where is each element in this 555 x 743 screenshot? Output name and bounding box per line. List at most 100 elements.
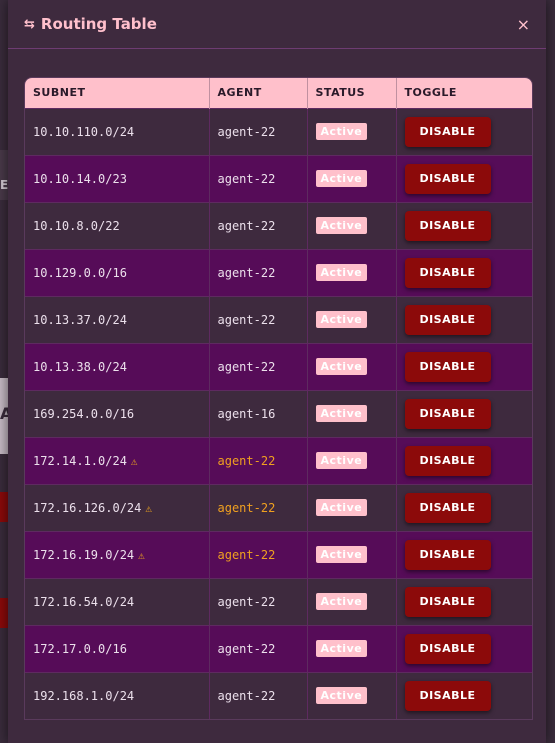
modal-header: ⇆ Routing Table × [8, 0, 546, 49]
status-badge: Active [315, 264, 368, 281]
agent-value: agent-22 [217, 453, 276, 468]
toggle-cell: DISABLE [396, 107, 532, 155]
disable-button[interactable]: DISABLE [404, 680, 491, 711]
subnet-value: 192.168.1.0/24 [33, 688, 135, 703]
agent-value: agent-22 [217, 594, 276, 609]
status-cell: Active [307, 295, 397, 343]
toggle-cell: DISABLE [396, 671, 532, 719]
disable-button[interactable]: DISABLE [404, 304, 491, 335]
subnet-cell: 169.254.0.0/16 [25, 389, 210, 437]
agent-cell: agent-22 [209, 624, 308, 672]
subnet-cell: 172.16.126.0/24 ⚠ [25, 483, 210, 531]
agent-cell: agent-22 [209, 295, 308, 343]
subnet-value: 10.129.0.0/16 [33, 265, 127, 280]
status-cell: Active [307, 624, 397, 672]
agent-cell: agent-16 [209, 389, 308, 437]
status-badge: Active [315, 452, 368, 469]
agent-cell: agent-22 [209, 154, 308, 202]
disable-button[interactable]: DISABLE [404, 633, 491, 664]
subnet-value: 10.10.8.0/22 [33, 218, 120, 233]
agent-cell: agent-22 [209, 577, 308, 625]
status-badge: Active [315, 499, 368, 516]
table-row: 172.14.1.0/24 ⚠ agent-22 Active DISABLE [25, 436, 532, 484]
status-cell: Active [307, 107, 397, 155]
toggle-cell: DISABLE [396, 389, 532, 437]
column-header-toggle: TOGGLE [396, 78, 532, 108]
subnet-cell: 172.14.1.0/24 ⚠ [25, 436, 210, 484]
disable-button[interactable]: DISABLE [404, 116, 491, 147]
subnet-cell: 10.10.8.0/22 [25, 201, 210, 249]
column-header-status: STATUS [307, 78, 397, 108]
warning-icon: ⚠ [130, 454, 138, 468]
subnet-value: 10.13.37.0/24 [33, 312, 127, 327]
toggle-cell: DISABLE [396, 436, 532, 484]
toggle-cell: DISABLE [396, 342, 532, 390]
table-row: 172.17.0.0/16 agent-22 Active DISABLE [25, 624, 532, 672]
agent-value: agent-22 [217, 359, 276, 374]
toggle-cell: DISABLE [396, 624, 532, 672]
agent-value: agent-22 [217, 688, 276, 703]
disable-button[interactable]: DISABLE [404, 398, 491, 429]
agent-cell: agent-22 [209, 436, 308, 484]
status-cell: Active [307, 389, 397, 437]
table-row: 192.168.1.0/24 agent-22 Active DISABLE [25, 671, 532, 719]
subnet-cell: 192.168.1.0/24 [25, 671, 210, 719]
table-row: 10.13.38.0/24 agent-22 Active DISABLE [25, 342, 532, 390]
subnet-value: 172.16.126.0/24 [33, 500, 142, 515]
status-cell: Active [307, 577, 397, 625]
table-row: 172.16.126.0/24 ⚠ agent-22 Active DISABLE [25, 483, 532, 531]
routing-arrows-icon: ⇆ [24, 16, 35, 32]
table-row: 172.16.19.0/24 ⚠ agent-22 Active DISABLE [25, 530, 532, 578]
status-badge: Active [315, 358, 368, 375]
table-row: 10.10.8.0/22 agent-22 Active DISABLE [25, 201, 532, 249]
agent-value: agent-22 [217, 500, 276, 515]
status-badge: Active [315, 123, 368, 140]
status-badge: Active [315, 311, 368, 328]
agent-cell: agent-22 [209, 342, 308, 390]
disable-button[interactable]: DISABLE [404, 539, 491, 570]
disable-button[interactable]: DISABLE [404, 163, 491, 194]
status-badge: Active [315, 217, 368, 234]
toggle-cell: DISABLE [396, 201, 532, 249]
disable-button[interactable]: DISABLE [404, 257, 491, 288]
subnet-cell: 10.13.38.0/24 [25, 342, 210, 390]
subnet-value: 172.16.19.0/24 [33, 547, 135, 562]
agent-value: agent-16 [217, 406, 276, 421]
column-header-subnet: SUBNET [25, 78, 210, 108]
status-cell: Active [307, 530, 397, 578]
disable-button[interactable]: DISABLE [404, 586, 491, 617]
status-cell: Active [307, 483, 397, 531]
routing-table-modal: ⇆ Routing Table × SUBNET AGENT STATUS TO… [8, 0, 546, 743]
agent-value: agent-22 [217, 124, 276, 139]
warning-icon: ⚠ [138, 548, 145, 562]
status-badge: Active [315, 546, 368, 563]
modal-title: ⇆ Routing Table [24, 15, 157, 33]
agent-value: agent-22 [217, 312, 276, 327]
disable-button[interactable]: DISABLE [404, 351, 491, 382]
subnet-cell: 172.16.54.0/24 [25, 577, 210, 625]
agent-cell: agent-22 [209, 483, 308, 531]
subnet-cell: 10.10.110.0/24 [25, 107, 210, 155]
toggle-cell: DISABLE [396, 154, 532, 202]
subnet-value: 169.254.0.0/16 [33, 406, 135, 421]
disable-button[interactable]: DISABLE [404, 492, 491, 523]
background-letter-e: E [0, 178, 9, 192]
routing-table: SUBNET AGENT STATUS TOGGLE 10.10.110.0/2… [24, 77, 533, 720]
toggle-cell: DISABLE [396, 248, 532, 296]
subnet-value: 10.10.14.0/23 [33, 171, 127, 186]
table-row: 10.10.110.0/24 agent-22 Active DISABLE [25, 107, 532, 155]
subnet-value: 172.14.1.0/24 [33, 453, 127, 468]
background-button [0, 598, 8, 628]
status-cell: Active [307, 342, 397, 390]
agent-value: agent-22 [217, 171, 276, 186]
table-row: 172.16.54.0/24 agent-22 Active DISABLE [25, 577, 532, 625]
status-badge: Active [315, 405, 368, 422]
background-panel [0, 150, 8, 200]
disable-button[interactable]: DISABLE [404, 210, 491, 241]
close-button[interactable]: × [517, 15, 530, 34]
table-row: 10.129.0.0/16 agent-22 Active DISABLE [25, 248, 532, 296]
subnet-cell: 172.17.0.0/16 [25, 624, 210, 672]
toggle-cell: DISABLE [396, 530, 532, 578]
disable-button[interactable]: DISABLE [404, 445, 491, 476]
agent-value: agent-22 [217, 265, 276, 280]
